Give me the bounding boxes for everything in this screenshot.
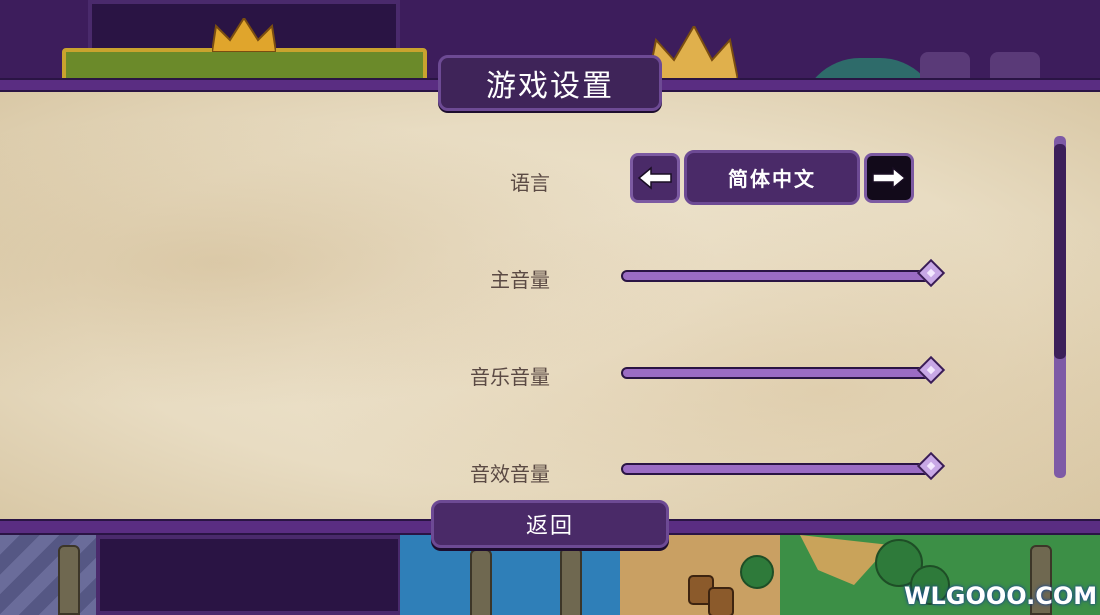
language-prev-button[interactable] [630, 153, 680, 203]
arrow-right-icon [872, 166, 907, 190]
totem-icon [58, 545, 80, 615]
background-hill [800, 58, 940, 80]
slider-fill [623, 272, 929, 280]
slider-track [621, 270, 931, 282]
slider-fill [623, 369, 929, 377]
slider-fill [623, 465, 929, 473]
master-volume-label: 主音量 [490, 268, 550, 292]
game-logo-banner [62, 48, 427, 80]
stone-floor [0, 535, 100, 615]
scrollbar-thumb[interactable] [1054, 144, 1066, 359]
master-volume-slider[interactable] [621, 258, 946, 288]
settings-scrollbar[interactable] [1054, 136, 1066, 478]
background-button [990, 52, 1040, 80]
sfx-volume-slider[interactable] [621, 451, 946, 481]
language-value: 简体中文 [684, 150, 860, 205]
back-button[interactable]: 返回 [431, 500, 669, 548]
barrel-icon [708, 587, 734, 615]
totem-icon [560, 547, 582, 615]
language-next-button[interactable] [864, 153, 914, 203]
title-tab: 游戏设置 [438, 55, 662, 111]
background-button [920, 52, 970, 80]
slider-track [621, 463, 931, 475]
crown-icon [212, 18, 276, 52]
tree-icon [740, 555, 774, 589]
background-panel [96, 535, 402, 615]
sfx-volume-label: 音效音量 [470, 462, 550, 486]
language-label: 语言 [510, 171, 550, 195]
totem-icon [470, 549, 492, 615]
music-volume-slider[interactable] [621, 355, 946, 385]
watermark-text: WLGOOO.COM [904, 582, 1098, 610]
music-volume-label: 音乐音量 [470, 365, 550, 389]
page-title: 游戏设置 [486, 69, 614, 104]
slider-track [621, 367, 931, 379]
watermark: WLGOOO.COM [900, 580, 1098, 612]
arrow-left-icon [637, 166, 672, 190]
